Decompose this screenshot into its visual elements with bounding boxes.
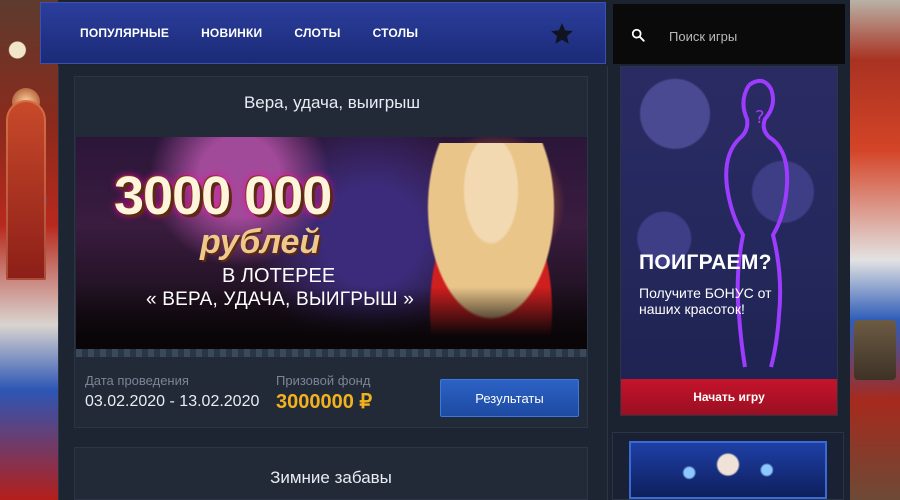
sidebar-ad[interactable]: ? ПОИГРАЕМ? Получите БОНУС от наших крас…	[620, 66, 838, 416]
tank-decoration	[854, 320, 896, 380]
tower-decoration	[6, 100, 46, 280]
winter-promo-title: Зимние забавы	[270, 468, 392, 487]
search-box	[613, 4, 845, 64]
ad-background: ?	[621, 67, 837, 379]
search-icon[interactable]	[631, 28, 645, 42]
promo-title: Вера, удача, выигрыш	[243, 93, 421, 112]
star-icon[interactable]	[549, 21, 575, 47]
nav-item-slots[interactable]: СЛОТЫ	[294, 26, 340, 40]
date-label: Дата проведения	[85, 373, 189, 388]
banner-line-1: В ЛОТЕРЕЕ	[222, 265, 336, 287]
nav-item-popular[interactable]: ПОПУЛЯРНЫЕ	[80, 26, 169, 40]
right-decor-background	[850, 0, 900, 500]
lottery-banner[interactable]: 3000 000 рублей В ЛОТЕРЕЕ « ВЕРА, УДАЧА,…	[76, 137, 587, 357]
start-game-button[interactable]: Начать игру	[621, 379, 837, 415]
promo-info-row: Дата проведения 03.02.2020 - 13.02.2020 …	[76, 367, 587, 427]
nav-item-new[interactable]: НОВИНКИ	[201, 26, 262, 40]
sidebar-promo-2[interactable]	[612, 432, 844, 500]
left-decor-background	[0, 0, 58, 500]
svg-text:?: ?	[755, 107, 765, 128]
results-button[interactable]: Результаты	[440, 379, 579, 417]
search-input[interactable]	[667, 22, 841, 50]
banner-amount: 3000 000	[114, 166, 332, 226]
banner-line-2: « ВЕРА, УДАЧА, ВЫИГРЫШ »	[146, 289, 414, 310]
ad-heading: ПОИГРАЕМ?	[639, 251, 772, 274]
prize-value: 3000000 ₽	[276, 391, 373, 413]
ad-text: Получите БОНУС от наших красоток!	[639, 285, 772, 317]
lottery-promo-card: Вера, удача, выигрыш 3000 000 рублей В Л…	[74, 76, 588, 428]
neon-woman-silhouette: ?	[724, 78, 790, 368]
prize-label: Призовой фонд	[276, 373, 371, 388]
top-navigation: ПОПУЛЯРНЫЕ НОВИНКИ СЛОТЫ СТОЛЫ	[40, 2, 606, 64]
date-value: 03.02.2020 - 13.02.2020	[85, 393, 260, 410]
banner-currency-word: рублей	[200, 223, 321, 261]
promo-thumbnail-image	[629, 441, 827, 499]
banner-bottom-strip	[76, 349, 587, 357]
nav-item-tables[interactable]: СТОЛЫ	[373, 26, 419, 40]
